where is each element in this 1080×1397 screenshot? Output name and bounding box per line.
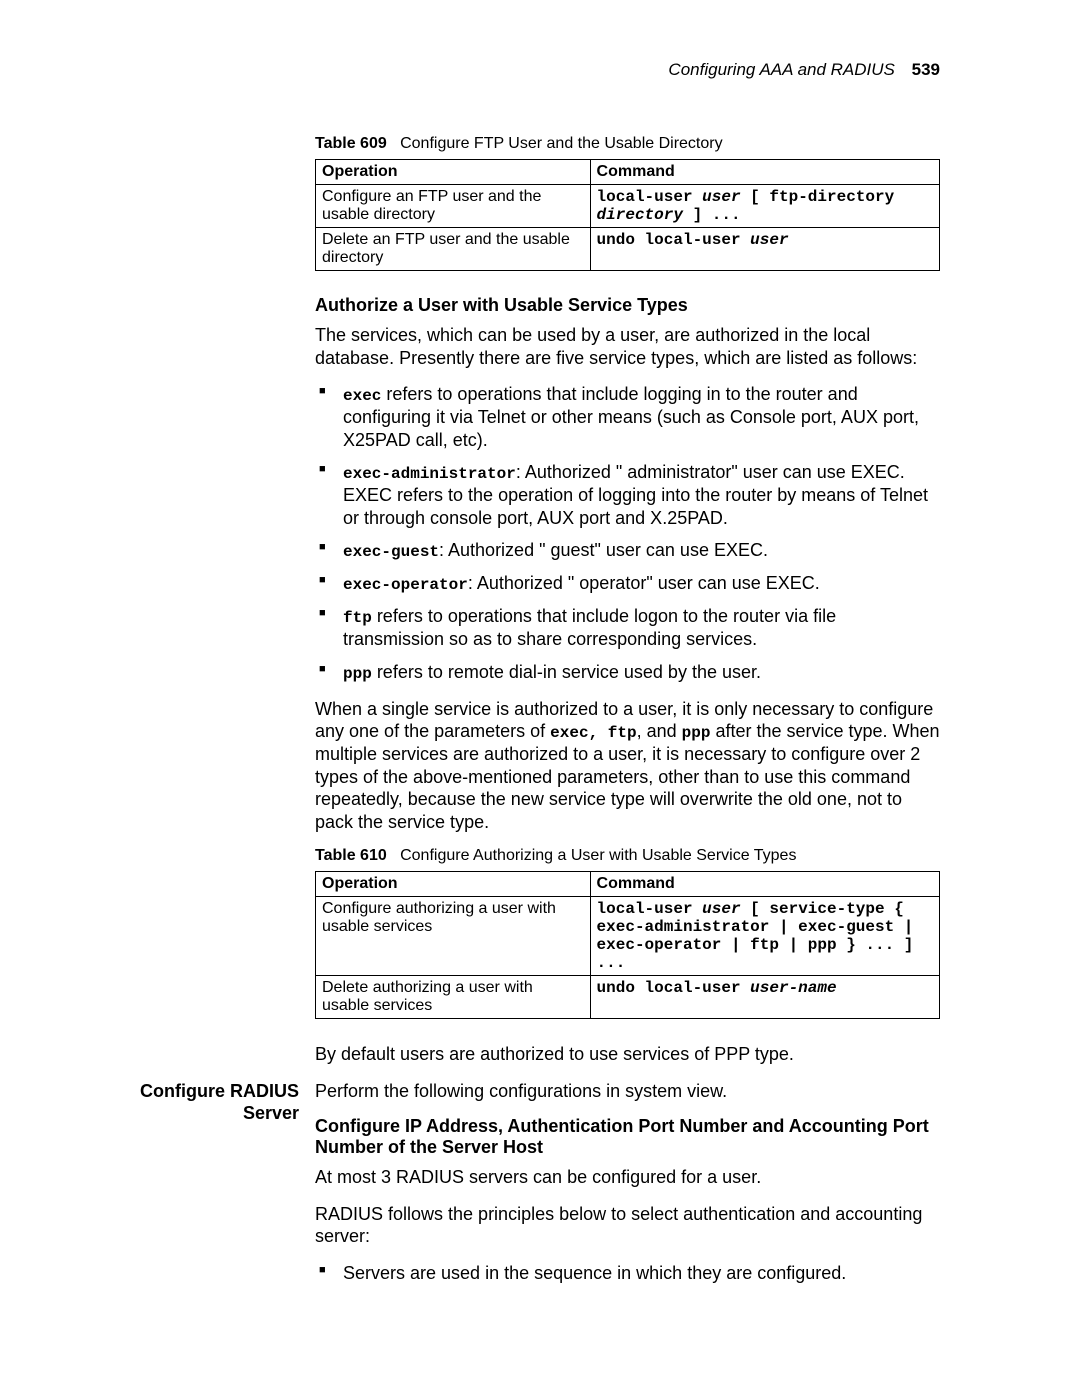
para-max-servers: At most 3 RADIUS servers can be configur… (315, 1166, 940, 1189)
table-label: Table 610 (315, 847, 387, 864)
table-610-caption: Table 610 Configure Authorizing a User w… (315, 847, 940, 865)
cell-operation: Delete authorizing a user with usable se… (316, 976, 591, 1019)
col-command: Command (590, 872, 939, 897)
list-item: exec-operator: Authorized " operator" us… (315, 572, 940, 595)
cell-operation: Delete an FTP user and the usable direct… (316, 228, 591, 271)
heading-ip-port: Configure IP Address, Authentication Por… (315, 1116, 940, 1158)
table-row: Delete authorizing a user with usable se… (316, 976, 940, 1019)
section-configure-radius: Configure RADIUS Server Perform the foll… (140, 1080, 940, 1299)
cell-operation: Configure authorizing a user with usable… (316, 897, 591, 976)
table-header-row: Operation Command (316, 160, 940, 185)
table-header-row: Operation Command (316, 872, 940, 897)
col-operation: Operation (316, 872, 591, 897)
page: Configuring AAA and RADIUS 539 Table 609… (0, 0, 1080, 1397)
section-title: Configuring AAA and RADIUS (668, 60, 894, 79)
table-610: Operation Command Configure authorizing … (315, 871, 940, 1019)
list-item: exec-guest: Authorized " guest" user can… (315, 539, 940, 562)
service-type-list: exec refers to operations that include l… (315, 383, 940, 684)
running-header: Configuring AAA and RADIUS 539 (140, 60, 940, 80)
cell-command: local-user user [ service-type { exec-ad… (590, 897, 939, 976)
col-command: Command (590, 160, 939, 185)
table-row: Configure an FTP user and the usable dir… (316, 185, 940, 228)
page-number: 539 (912, 60, 940, 79)
table-label: Table 609 (315, 135, 387, 152)
table-609-caption: Table 609 Configure FTP User and the Usa… (315, 135, 940, 153)
col-operation: Operation (316, 160, 591, 185)
list-item: exec refers to operations that include l… (315, 383, 940, 451)
heading-authorize: Authorize a User with Usable Service Typ… (315, 295, 940, 316)
para-lead: Perform the following configurations in … (315, 1080, 940, 1103)
table-row: Configure authorizing a user with usable… (316, 897, 940, 976)
para-intro: The services, which can be used by a use… (315, 324, 940, 369)
cell-command: local-user user [ ftp-directory director… (590, 185, 939, 228)
side-heading: Configure RADIUS Server (140, 1080, 315, 1125)
principles-list: Servers are used in the sequence in whic… (315, 1262, 940, 1285)
para-single-service: When a single service is authorized to a… (315, 698, 940, 834)
table-row: Delete an FTP user and the usable direct… (316, 228, 940, 271)
table-caption-text: Configure FTP User and the Usable Direct… (400, 135, 723, 152)
para-principles: RADIUS follows the principles below to s… (315, 1203, 940, 1248)
list-item: Servers are used in the sequence in whic… (315, 1262, 940, 1285)
section-body: Perform the following configurations in … (315, 1080, 940, 1299)
list-item: exec-administrator: Authorized " adminis… (315, 461, 940, 529)
cell-operation: Configure an FTP user and the usable dir… (316, 185, 591, 228)
cell-command: undo local-user user (590, 228, 939, 271)
para-default: By default users are authorized to use s… (315, 1043, 940, 1066)
list-item: ftp refers to operations that include lo… (315, 605, 940, 651)
cell-command: undo local-user user-name (590, 976, 939, 1019)
list-item: ppp refers to remote dial-in service use… (315, 661, 940, 684)
main-column: Table 609 Configure FTP User and the Usa… (315, 135, 940, 1066)
table-609: Operation Command Configure an FTP user … (315, 159, 940, 271)
table-caption-text: Configure Authorizing a User with Usable… (400, 847, 796, 864)
